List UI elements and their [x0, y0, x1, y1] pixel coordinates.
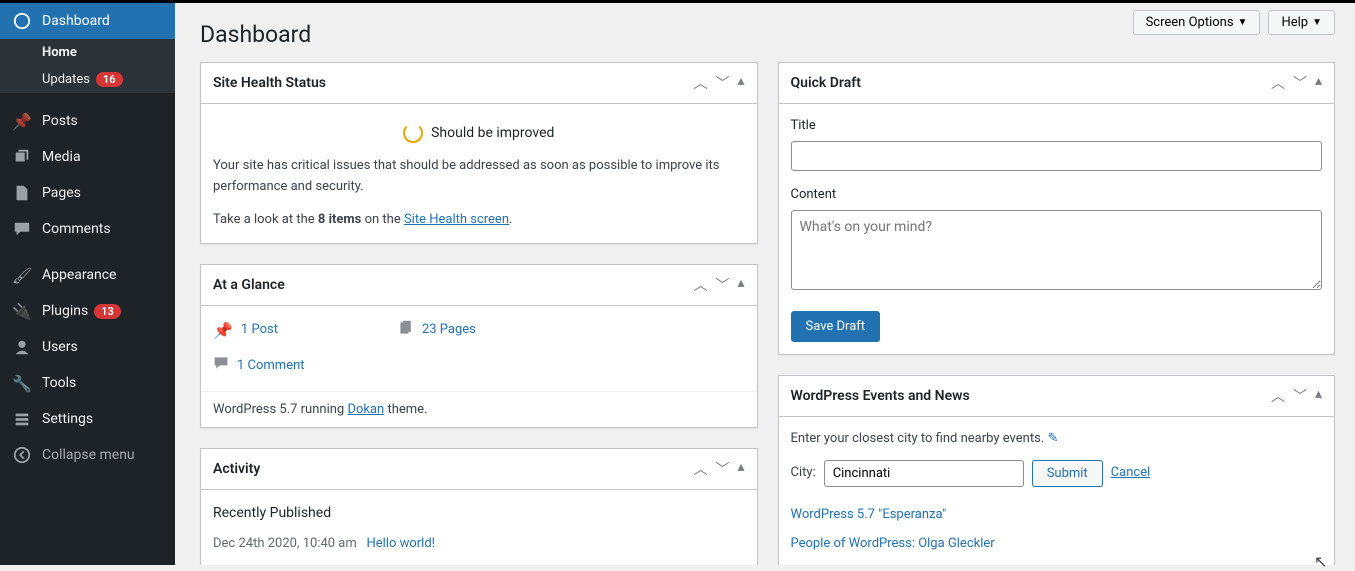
move-up-icon[interactable]: ︿ — [693, 73, 707, 93]
glance-footer: WordPress 5.7 running Dokan theme. — [201, 391, 757, 427]
sidebar-item-settings[interactable]: Settings — [0, 401, 175, 437]
toggle-icon[interactable]: ▴ — [1315, 73, 1322, 93]
comment-icon — [12, 219, 32, 239]
plugins-badge: 13 — [94, 304, 121, 319]
media-icon — [12, 147, 32, 167]
toggle-icon[interactable]: ▴ — [1315, 386, 1322, 406]
qd-title-label: Title — [791, 116, 1323, 137]
events-prompt: Enter your closest city to find nearby e… — [791, 429, 1323, 450]
move-down-icon[interactable]: ﹀ — [715, 459, 729, 479]
move-down-icon[interactable]: ﹀ — [1293, 73, 1307, 93]
user-icon — [12, 337, 32, 357]
city-label: City: — [791, 463, 816, 484]
pin-icon: 📌 — [12, 111, 32, 131]
brush-icon: 🖌 — [12, 265, 32, 285]
sidebar-label: Dashboard — [42, 13, 110, 29]
move-up-icon[interactable]: ︿ — [1271, 386, 1285, 406]
sidebar-item-tools[interactable]: 🔧Tools — [0, 365, 175, 401]
glance-posts[interactable]: 📌1 Post — [213, 318, 278, 344]
recently-published-heading: Recently Published — [213, 502, 745, 524]
move-up-icon[interactable]: ︿ — [693, 459, 707, 479]
sidebar-collapse[interactable]: Collapse menu — [0, 437, 175, 473]
health-status: Should be improved — [431, 122, 554, 144]
edit-location-icon[interactable]: ✎ — [1047, 431, 1058, 446]
quick-draft-title: Quick Draft — [791, 75, 861, 91]
help-button[interactable]: Help▼ — [1268, 10, 1335, 35]
city-input[interactable] — [824, 460, 1024, 487]
at-a-glance-box: At a Glance ︿ ﹀ ▴ 📌1 Post 23 Pages 1 Comme… — [200, 264, 758, 428]
events-title: WordPress Events and News — [791, 388, 970, 404]
events-news-box: WordPress Events and News ︿ ﹀ ▴ Enter your… — [778, 375, 1336, 565]
sidebar-item-plugins[interactable]: 🔌Plugins 13 — [0, 293, 175, 329]
city-submit-button[interactable]: Submit — [1032, 460, 1103, 487]
move-up-icon[interactable]: ︿ — [693, 275, 707, 295]
dashboard-icon — [12, 11, 32, 31]
activity-post-link[interactable]: Hello world! — [366, 536, 435, 551]
move-down-icon[interactable]: ﹀ — [715, 73, 729, 93]
sidebar-item-posts[interactable]: 📌Posts — [0, 103, 175, 139]
glance-pages[interactable]: 23 Pages — [398, 318, 476, 344]
sidebar-item-media[interactable]: Media — [0, 139, 175, 175]
site-health-link[interactable]: Site Health screen — [404, 212, 509, 227]
screen-options-button[interactable]: Screen Options▼ — [1133, 10, 1261, 35]
glance-title: At a Glance — [213, 277, 285, 293]
activity-box: Activity ︿ ﹀ ▴ Recently Published Dec 24th… — [200, 448, 758, 565]
main-content: Screen Options▼ Help▼ Dashboard Site Hea… — [180, 3, 1355, 565]
sidebar-item-users[interactable]: Users — [0, 329, 175, 365]
plug-icon: 🔌 — [12, 301, 32, 321]
quick-draft-box: Quick Draft ︿ ﹀ ▴ Title Content Save Draft — [778, 62, 1336, 355]
sidebar-sub-updates[interactable]: Updates16 — [0, 66, 175, 93]
sidebar-item-dashboard[interactable]: Dashboard — [0, 3, 175, 39]
qd-content-label: Content — [791, 185, 1323, 206]
admin-sidebar: Dashboard Home Updates16 📌Posts Media Pa… — [0, 3, 175, 565]
qd-title-input[interactable] — [791, 141, 1323, 171]
news-link[interactable]: WordPress 5.7 "Esperanza" — [791, 505, 1323, 526]
save-draft-button[interactable]: Save Draft — [791, 311, 881, 342]
health-spinner-icon — [403, 123, 423, 143]
chevron-down-icon: ▼ — [1312, 17, 1322, 28]
toggle-icon[interactable]: ▴ — [737, 275, 744, 295]
move-down-icon[interactable]: ﹀ — [715, 275, 729, 295]
move-down-icon[interactable]: ﹀ — [1293, 386, 1307, 406]
toggle-icon[interactable]: ▴ — [737, 459, 744, 479]
toggle-icon[interactable]: ▴ — [737, 73, 744, 93]
wrench-icon: 🔧 — [12, 373, 32, 393]
health-cta: Take a look at the 8 items on the Site H… — [213, 210, 745, 231]
sidebar-sub-home[interactable]: Home — [0, 39, 175, 66]
pages-icon — [398, 318, 414, 344]
site-health-title: Site Health Status — [213, 75, 326, 91]
collapse-icon — [12, 445, 32, 465]
health-desc: Your site has critical issues that shoul… — [213, 156, 745, 198]
activity-title: Activity — [213, 461, 260, 477]
move-up-icon[interactable]: ︿ — [1271, 73, 1285, 93]
sidebar-item-pages[interactable]: Pages — [0, 175, 175, 211]
qd-content-textarea[interactable] — [791, 210, 1323, 290]
activity-row: Dec 24th 2020, 10:40 am Hello world! — [213, 534, 745, 555]
updates-badge: 16 — [96, 72, 123, 87]
chevron-down-icon: ▼ — [1238, 17, 1248, 28]
glance-comments[interactable]: 1 Comment — [213, 353, 745, 379]
page-icon — [12, 183, 32, 203]
sidebar-item-comments[interactable]: Comments — [0, 211, 175, 247]
city-cancel-link[interactable]: Cancel — [1111, 463, 1151, 484]
theme-link[interactable]: Dokan — [347, 402, 384, 417]
news-link[interactable]: People of WordPress: Olga Gleckler — [791, 534, 1323, 555]
pin-icon: 📌 — [213, 318, 233, 344]
sidebar-item-appearance[interactable]: 🖌Appearance — [0, 257, 175, 293]
settings-icon — [12, 409, 32, 429]
site-health-box: Site Health Status ︿ ﹀ ▴ Should be improve… — [200, 62, 758, 244]
comment-icon — [213, 353, 229, 379]
